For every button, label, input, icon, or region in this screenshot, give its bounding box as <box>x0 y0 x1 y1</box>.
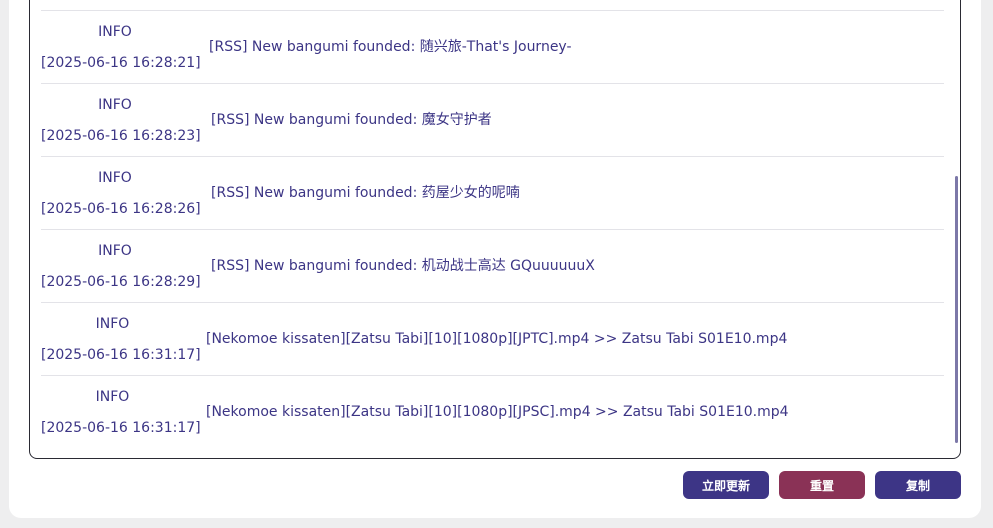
log-meta: INFO [2025-06-16 16:28:23] <box>41 84 201 156</box>
log-message: [Nekomoe kissaten][Zatsu Tabi][10][1080p… <box>206 404 789 420</box>
log-message: [RSS] New bangumi founded: 魔女守护者 <box>211 112 492 128</box>
update-now-button[interactable]: 立即更新 <box>683 471 769 499</box>
log-timestamp: [2025-06-16 16:31:17] <box>41 347 201 363</box>
log-level: INFO <box>98 24 132 40</box>
log-row: INFO [2025-06-16 16:31:17] [Nekomoe kiss… <box>41 376 944 449</box>
log-row: INFO [2025-06-16 16:28:21] [RSS] New ban… <box>41 11 944 84</box>
log-panel[interactable]: INFO [2025-06-16 16:28:21] [RSS] New ban… <box>29 0 961 459</box>
log-row: INFO [2025-06-16 16:28:26] [RSS] New ban… <box>41 157 944 230</box>
log-row: INFO [2025-06-16 16:28:23] [RSS] New ban… <box>41 84 944 157</box>
log-timestamp: [2025-06-16 16:28:21] <box>41 55 201 71</box>
log-row <box>41 0 944 11</box>
log-meta: INFO [2025-06-16 16:31:17] <box>41 303 201 375</box>
log-row: INFO [2025-06-16 16:31:17] [Nekomoe kiss… <box>41 303 944 376</box>
log-meta: INFO [2025-06-16 16:28:29] <box>41 230 201 302</box>
log-meta: INFO [2025-06-16 16:28:21] <box>41 11 201 83</box>
log-message: [RSS] New bangumi founded: 机动战士高达 GQuuuu… <box>211 258 595 274</box>
reset-button[interactable]: 重置 <box>779 471 865 499</box>
log-timestamp: [2025-06-16 16:28:26] <box>41 201 201 217</box>
log-message: [RSS] New bangumi founded: 随兴旅-That's Jo… <box>209 39 572 55</box>
log-timestamp: [2025-06-16 16:28:29] <box>41 274 201 290</box>
copy-button[interactable]: 复制 <box>875 471 961 499</box>
log-level: INFO <box>98 97 132 113</box>
log-meta: INFO [2025-06-16 16:28:26] <box>41 157 201 229</box>
log-timestamp: [2025-06-16 16:31:17] <box>41 420 201 436</box>
log-level: INFO <box>95 389 130 405</box>
log-level: INFO <box>95 316 130 332</box>
log-level: INFO <box>98 170 132 186</box>
log-row: INFO [2025-06-16 16:28:29] [RSS] New ban… <box>41 230 944 303</box>
log-timestamp: [2025-06-16 16:28:23] <box>41 128 201 144</box>
log-meta: INFO [2025-06-16 16:31:17] <box>41 376 201 448</box>
log-message: [RSS] New bangumi founded: 药屋少女的呢喃 <box>211 185 520 201</box>
log-list: INFO [2025-06-16 16:28:21] [RSS] New ban… <box>41 0 944 449</box>
log-level: INFO <box>98 243 132 259</box>
log-message: [Nekomoe kissaten][Zatsu Tabi][10][1080p… <box>206 331 788 347</box>
log-scrollbar[interactable] <box>955 176 958 443</box>
